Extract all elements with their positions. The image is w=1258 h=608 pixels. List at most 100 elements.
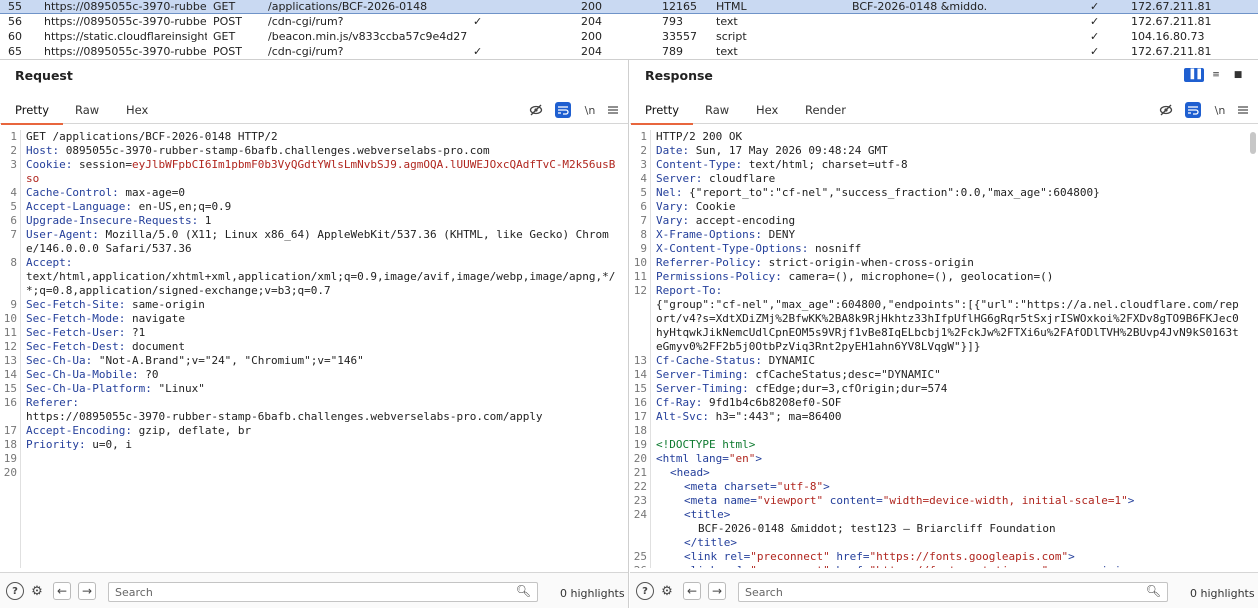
line-text: GET /applications/BCF-2026-0148 HTTP/2 (26, 130, 278, 143)
header-value: u=0, i (85, 438, 132, 451)
hide-nonprintable-icon[interactable] (528, 102, 544, 118)
line-number: 20 (3, 466, 17, 479)
history-cell-status: 204 (581, 45, 602, 58)
code-line: 26 <link rel="preconnect" href="https://f… (630, 564, 1258, 568)
history-cell-method: POST (213, 45, 242, 58)
response-tab-pretty[interactable]: Pretty (630, 103, 694, 125)
settings-gear-icon[interactable]: ⚙ (28, 582, 46, 600)
response-tab-render[interactable]: Render (805, 103, 846, 117)
single-view-icon[interactable]: ■ (1228, 68, 1248, 82)
html-token: > (755, 452, 762, 465)
request-tab-raw[interactable]: Raw (75, 103, 99, 117)
help-icon[interactable]: ? (6, 582, 24, 600)
request-search-input[interactable] (115, 585, 495, 600)
html-token: href= (830, 564, 869, 568)
split-view-icon[interactable]: ▐▐ (1184, 68, 1204, 82)
header-value: https://0895055c-3970-rubber-stamp-6bafb… (26, 410, 543, 423)
line-number: 8 (10, 256, 17, 269)
next-match-arrow-icon[interactable]: → (708, 582, 726, 600)
response-lines: 1 HTTP/2 200 OK 2 Date: Sun, 17 May 2026 09… (630, 130, 1258, 568)
wrap-lines-icon[interactable] (1185, 102, 1201, 118)
header-name: Sec-Fetch-Dest: (26, 340, 126, 353)
line-number: 25 (633, 550, 647, 563)
header-name: Nel: (656, 186, 683, 199)
menu-icon[interactable] (1235, 102, 1251, 118)
history-cell-method: GET (213, 30, 236, 43)
history-cell-host: https://static.cloudflareinsights... (44, 30, 207, 43)
history-cell-host: https://0895055c-3970-rubber... (44, 0, 207, 13)
history-cell-url: /applications/BCF-2026-0148 (268, 0, 428, 13)
settings-gear-icon[interactable]: ⚙ (658, 582, 676, 600)
line-number: 10 (633, 256, 647, 269)
header-name: User-Agent: (26, 228, 99, 241)
history-row[interactable]: 56 https://0895055c-3970-rubber... POST/cd… (0, 14, 1258, 29)
menu-icon[interactable] (605, 102, 621, 118)
history-cell-ip: 104.16.80.73 (1131, 30, 1205, 43)
header-value: 1 (198, 214, 212, 227)
code-line: </title> (630, 536, 1258, 550)
header-value: camera=(), microphone=(), geolocation=() (781, 270, 1054, 283)
header-value: session= (72, 158, 132, 171)
line-number: 18 (3, 438, 17, 451)
previous-match-arrow-icon[interactable]: ← (53, 582, 71, 600)
header-value: {"report_to":"cf-nel","success_fraction"… (682, 186, 1100, 199)
code-line: 25 <link rel="preconnect" href="https://f… (630, 550, 1258, 564)
proxy-history-table[interactable]: 55 https://0895055c-3970-rubber... GET/app… (0, 0, 1258, 60)
header-value: Sun, 17 May 2026 09:48:24 GMT (689, 144, 888, 157)
request-editor[interactable]: 1 GET /applications/BCF-2026-0148 HTTP/2 2… (0, 130, 628, 568)
line-number: 14 (633, 368, 647, 381)
history-row[interactable]: 65 https://0895055c-3970-rubber... POST/cd… (0, 44, 1258, 59)
history-cell-num: 65 (8, 45, 22, 58)
line-number: 7 (640, 214, 647, 227)
newline-toggle[interactable]: \n (582, 102, 598, 118)
request-tab-hex[interactable]: Hex (126, 103, 148, 117)
previous-match-arrow-icon[interactable]: ← (683, 582, 701, 600)
code-line: 10 Sec-Fetch-Mode: navigate (0, 312, 628, 326)
header-value: document (125, 340, 185, 353)
header-name: Vary: (656, 200, 690, 213)
newline-toggle[interactable]: \n (1212, 102, 1228, 118)
header-name: Cf-Cache-Status: (656, 354, 762, 367)
code-line: 16 Cf-Ray: 9fd1b4c6b8208ef0-SOF (630, 396, 1258, 410)
response-tab-raw[interactable]: Raw (705, 103, 729, 117)
html-token: > (1127, 494, 1135, 507)
html-token: <meta (684, 494, 724, 507)
code-line: 20 (0, 466, 628, 480)
history-cell-host: https://0895055c-3970-rubber... (44, 15, 207, 28)
response-footer: ? ⚙ ← → 🔍︎ 0 highlights (630, 572, 1258, 608)
code-line: 15 Server-Timing: cfEdge;dur=3,cfOrigin;d… (630, 382, 1258, 396)
html-token: > (1128, 564, 1135, 568)
header-name: Referer: (26, 396, 79, 409)
header-name: Server: (656, 172, 703, 185)
response-search-input[interactable] (745, 585, 1125, 600)
help-icon[interactable]: ? (636, 582, 654, 600)
history-row[interactable]: 55 https://0895055c-3970-rubber... GET/app… (0, 0, 1258, 14)
line-number: 10 (3, 312, 17, 325)
request-tab-pretty[interactable]: Pretty (0, 103, 64, 125)
code-line: 17 Alt-Svc: h3=":443"; ma=86400 (630, 410, 1258, 424)
response-tab-hex[interactable]: Hex (756, 103, 778, 117)
next-match-arrow-icon[interactable]: → (78, 582, 96, 600)
header-value: {"group":"cf-nel","max_age":604800,"endp… (656, 298, 1239, 353)
line-number: 12 (633, 284, 647, 297)
wrap-lines-icon[interactable] (555, 102, 571, 118)
response-editor[interactable]: 1 HTTP/2 200 OK 2 Date: Sun, 17 May 2026 09… (630, 130, 1258, 568)
header-value: 9fd1b4c6b8208ef0-SOF (702, 396, 842, 409)
response-scrollbar[interactable] (1250, 132, 1256, 154)
html-token: <link (684, 550, 724, 563)
history-row[interactable]: 60 https://static.cloudflareinsights... GE… (0, 29, 1258, 44)
html-token: rel= (724, 564, 751, 568)
request-search-box[interactable]: 🔍︎ (108, 582, 538, 602)
history-cell-ip: 172.67.211.81 (1131, 0, 1212, 13)
history-cell-num: 55 (8, 0, 22, 13)
hide-nonprintable-icon[interactable] (1158, 102, 1174, 118)
header-value: text/html; charset=utf-8 (742, 158, 908, 171)
response-search-box[interactable]: 🔍︎ (738, 582, 1168, 602)
html-token: BCF-2026-0148 &middot; test123 — Briarcl… (698, 522, 1056, 535)
code-line: 6 Upgrade-Insecure-Requests: 1 (0, 214, 628, 228)
html-token: > (1068, 550, 1075, 563)
history-cell-method: GET (213, 0, 236, 13)
code-line: 11 Sec-Fetch-User: ?1 (0, 326, 628, 340)
stacked-view-icon[interactable]: ≡ (1206, 68, 1226, 82)
header-name: X-Frame-Options: (656, 228, 762, 241)
